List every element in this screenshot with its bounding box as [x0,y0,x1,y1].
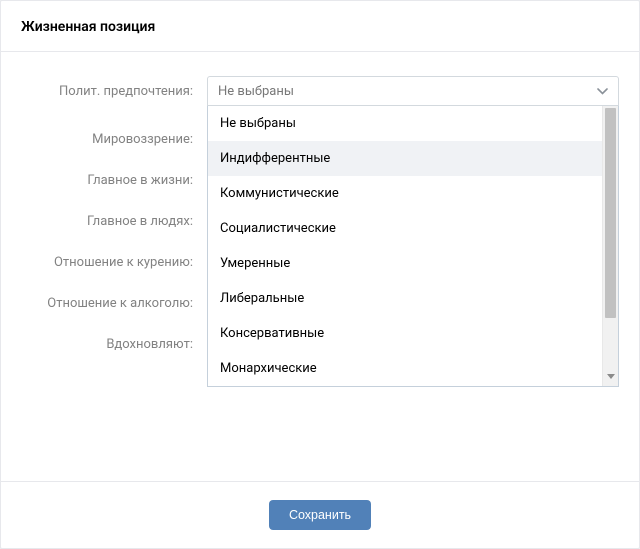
row-political: Полит. предпочтения: Не выбраны Не выбра… [21,76,619,106]
save-button[interactable]: Сохранить [269,500,371,530]
dropdown-list: Не выбраныИндифферентныеКоммунистические… [208,106,602,386]
card-header: Жизненная позиция [1,1,639,52]
label-alcohol: Отношение к алкоголю: [21,296,207,311]
dropdown-option[interactable]: Индифферентные [208,141,602,176]
dropdown-political: Не выбраныИндифферентныеКоммунистические… [207,106,619,387]
scrollbar-arrow-down-icon[interactable] [603,370,618,384]
chevron-down-icon [597,88,608,95]
dropdown-option[interactable]: Коммунистические [208,176,602,211]
card-title: Жизненная позиция [21,19,619,35]
scrollbar-thumb[interactable] [605,108,616,318]
dropdown-option[interactable]: Умеренные [208,246,602,281]
label-political: Полит. предпочтения: [21,84,207,99]
label-main-people: Главное в людях: [21,214,207,229]
label-worldview: Мировоззрение: [21,132,207,147]
select-value: Не выбраны [218,84,294,99]
dropdown-option[interactable]: Не выбраны [208,106,602,141]
label-inspire: Вдохновляют: [21,337,207,352]
settings-card: Жизненная позиция Полит. предпочтения: Н… [0,0,640,549]
scrollbar-track[interactable] [602,106,618,386]
footer: Сохранить [1,481,639,548]
dropdown-option[interactable]: Социалистические [208,211,602,246]
label-main-life: Главное в жизни: [21,173,207,188]
dropdown-option[interactable]: Консервативные [208,316,602,351]
label-smoking: Отношение к курению: [21,255,207,270]
form-body: Полит. предпочтения: Не выбраны Не выбра… [1,52,639,402]
select-political[interactable]: Не выбраны Не выбраныИндифферентныеКомму… [207,76,619,106]
dropdown-option[interactable]: Монархические [208,351,602,386]
dropdown-option[interactable]: Либеральные [208,281,602,316]
